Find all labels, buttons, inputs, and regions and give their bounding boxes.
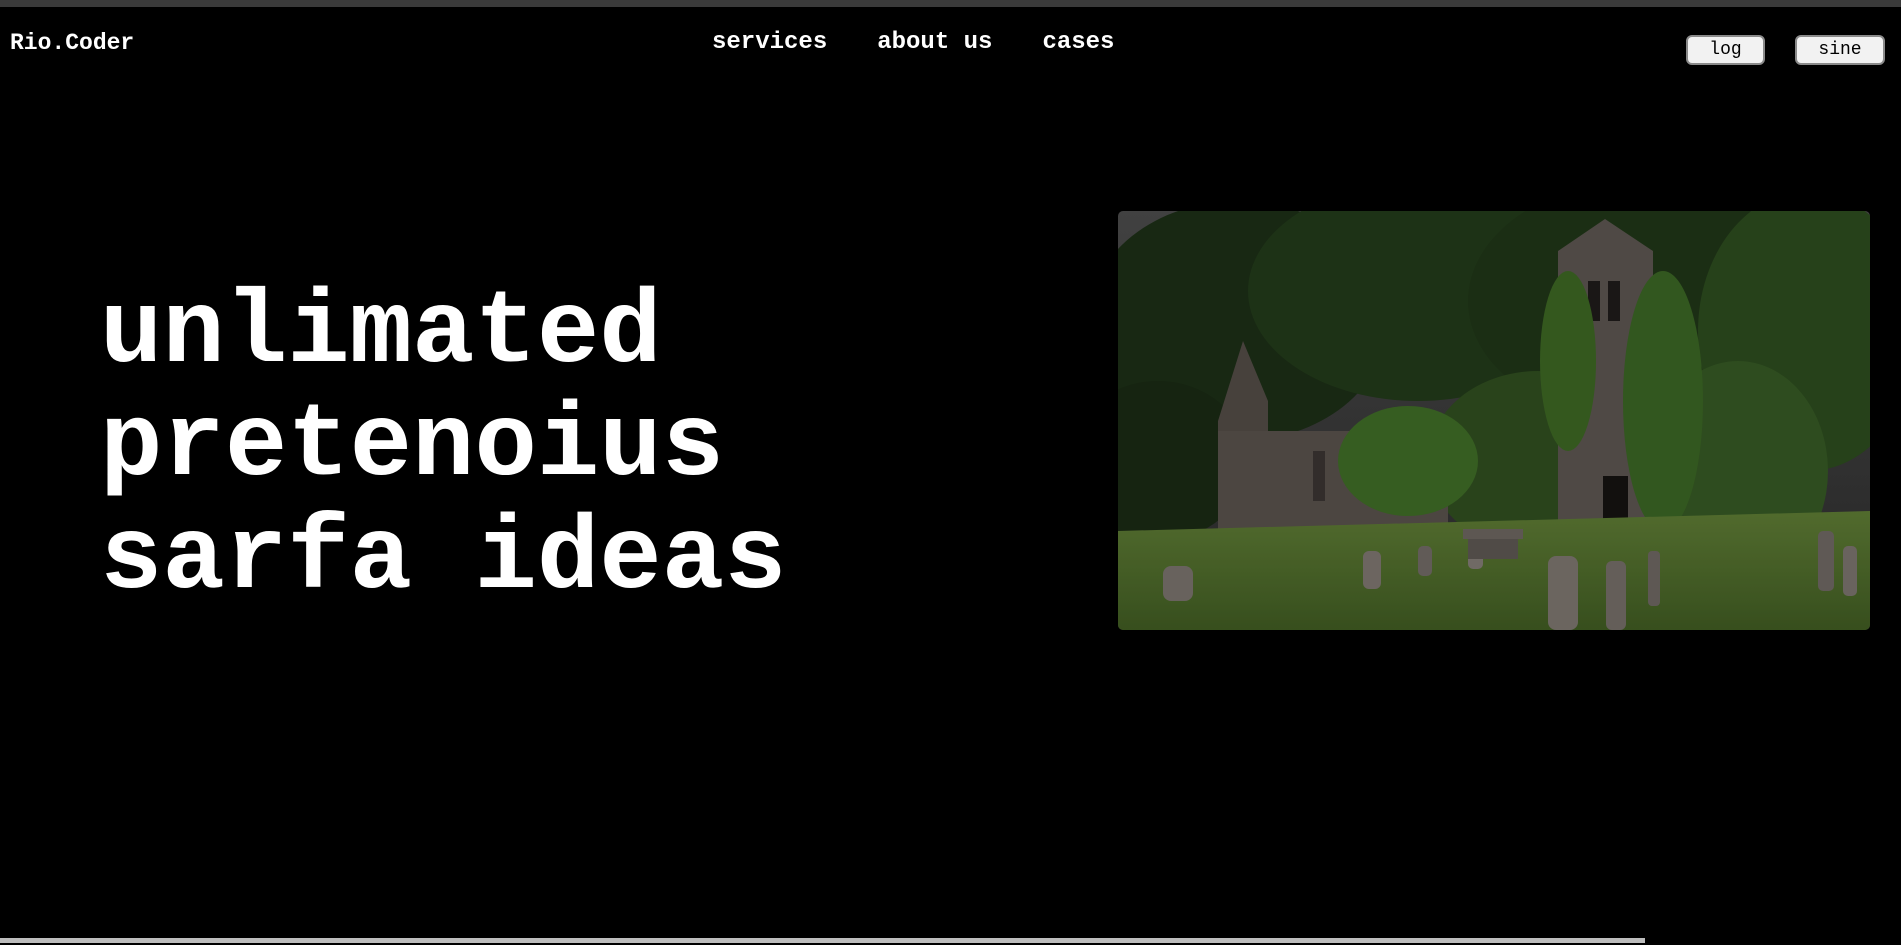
hero-title-line-2: pretenoius	[100, 388, 725, 506]
browser-top-strip	[0, 0, 1901, 7]
horizontal-scrollbar[interactable]	[0, 938, 1645, 943]
nav-link-services[interactable]: services	[712, 30, 827, 56]
signup-button[interactable]: sine up	[1795, 35, 1885, 86]
brand-logo[interactable]: Rio.Coder	[10, 30, 134, 56]
hero-image	[1118, 211, 1870, 630]
login-button[interactable]: log in	[1686, 35, 1765, 86]
hero-title-line-3: sarfa ideas	[100, 501, 787, 619]
hero-title: unlimated pretenoius sarfa ideas	[100, 278, 787, 617]
nav-link-about-us[interactable]: about us	[877, 30, 992, 56]
hero-title-line-1: unlimated	[100, 275, 662, 393]
top-navbar: Rio.Coder services about us cases log in…	[0, 7, 1901, 86]
church-ruins-photo-icon	[1118, 211, 1870, 630]
main-nav: services about us cases	[712, 30, 1114, 56]
nav-link-cases[interactable]: cases	[1042, 30, 1114, 56]
